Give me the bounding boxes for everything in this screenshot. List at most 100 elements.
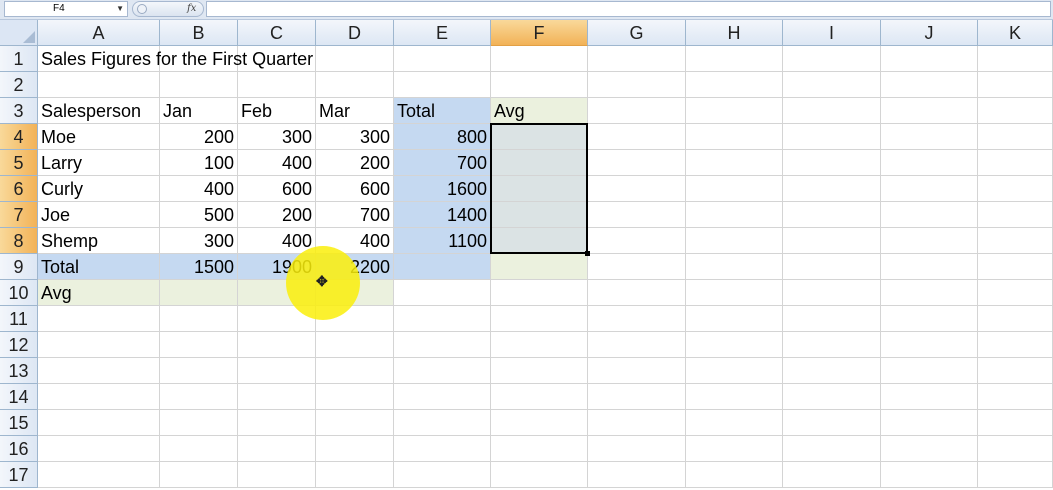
- cell-i11[interactable]: [783, 306, 881, 332]
- cell-h8[interactable]: [686, 228, 783, 254]
- cell-g3[interactable]: [588, 98, 686, 124]
- cell-g2[interactable]: [588, 72, 686, 98]
- cell-i1[interactable]: [783, 46, 881, 72]
- cell-j17[interactable]: [881, 462, 978, 488]
- cell-c12[interactable]: [238, 332, 316, 358]
- row-header-10[interactable]: 10: [0, 280, 38, 306]
- cell-f16[interactable]: [491, 436, 588, 462]
- cell-i9[interactable]: [783, 254, 881, 280]
- cell-f1[interactable]: [491, 46, 588, 72]
- row-header-6[interactable]: 6: [0, 176, 38, 202]
- cell-h1[interactable]: [686, 46, 783, 72]
- cell-f2[interactable]: [491, 72, 588, 98]
- cell-d2[interactable]: [316, 72, 394, 98]
- cell-g17[interactable]: [588, 462, 686, 488]
- cell-k4[interactable]: [978, 124, 1053, 150]
- cell-a11[interactable]: [38, 306, 160, 332]
- cell-i3[interactable]: [783, 98, 881, 124]
- cell-j5[interactable]: [881, 150, 978, 176]
- cell-h5[interactable]: [686, 150, 783, 176]
- cell-b5[interactable]: 100: [160, 150, 238, 176]
- cell-b7[interactable]: 500: [160, 202, 238, 228]
- cell-k14[interactable]: [978, 384, 1053, 410]
- cell-k7[interactable]: [978, 202, 1053, 228]
- cell-b13[interactable]: [160, 358, 238, 384]
- cell-h10[interactable]: [686, 280, 783, 306]
- cell-d12[interactable]: [316, 332, 394, 358]
- cell-f9[interactable]: [491, 254, 588, 280]
- cell-g4[interactable]: [588, 124, 686, 150]
- cell-a9[interactable]: Total: [38, 254, 160, 280]
- row-header-2[interactable]: 2: [0, 72, 38, 98]
- row-header-1[interactable]: 1: [0, 46, 38, 72]
- cell-k6[interactable]: [978, 176, 1053, 202]
- cell-e13[interactable]: [394, 358, 491, 384]
- row-header-12[interactable]: 12: [0, 332, 38, 358]
- cell-b12[interactable]: [160, 332, 238, 358]
- cell-b17[interactable]: [160, 462, 238, 488]
- name-box-dropdown-icon[interactable]: ▼: [116, 2, 124, 16]
- column-header-i[interactable]: I: [783, 20, 881, 46]
- cell-c17[interactable]: [238, 462, 316, 488]
- column-header-d[interactable]: D: [316, 20, 394, 46]
- cell-b15[interactable]: [160, 410, 238, 436]
- name-box[interactable]: F4 ▼: [4, 1, 128, 17]
- cell-h16[interactable]: [686, 436, 783, 462]
- cell-f4[interactable]: [491, 124, 588, 150]
- header-b3[interactable]: Jan: [160, 98, 238, 124]
- cell-i14[interactable]: [783, 384, 881, 410]
- cell-i4[interactable]: [783, 124, 881, 150]
- cell-k3[interactable]: [978, 98, 1053, 124]
- cell-a15[interactable]: [38, 410, 160, 436]
- cell-f17[interactable]: [491, 462, 588, 488]
- cell-e17[interactable]: [394, 462, 491, 488]
- cell-e11[interactable]: [394, 306, 491, 332]
- cell-b11[interactable]: [160, 306, 238, 332]
- cell-b4[interactable]: 200: [160, 124, 238, 150]
- cell-g12[interactable]: [588, 332, 686, 358]
- cell-c4[interactable]: 300: [238, 124, 316, 150]
- cell-j10[interactable]: [881, 280, 978, 306]
- row-header-17[interactable]: 17: [0, 462, 38, 488]
- formula-bar-handle-icon[interactable]: [137, 4, 147, 14]
- cell-e14[interactable]: [394, 384, 491, 410]
- row-header-7[interactable]: 7: [0, 202, 38, 228]
- header-f3[interactable]: Avg: [491, 98, 588, 124]
- cell-g6[interactable]: [588, 176, 686, 202]
- cell-b2[interactable]: [160, 72, 238, 98]
- cell-j15[interactable]: [881, 410, 978, 436]
- cell-i2[interactable]: [783, 72, 881, 98]
- cell-c14[interactable]: [238, 384, 316, 410]
- cell-j14[interactable]: [881, 384, 978, 410]
- cell-k17[interactable]: [978, 462, 1053, 488]
- row-header-9[interactable]: 9: [0, 254, 38, 280]
- cell-d4[interactable]: 300: [316, 124, 394, 150]
- cell-j6[interactable]: [881, 176, 978, 202]
- cell-i13[interactable]: [783, 358, 881, 384]
- cell-e15[interactable]: [394, 410, 491, 436]
- cell-j3[interactable]: [881, 98, 978, 124]
- insert-function-icon[interactable]: fx: [187, 2, 196, 16]
- cell-f11[interactable]: [491, 306, 588, 332]
- cell-e7[interactable]: 1400: [394, 202, 491, 228]
- cell-a4[interactable]: Moe: [38, 124, 160, 150]
- cell-a14[interactable]: [38, 384, 160, 410]
- cell-d14[interactable]: [316, 384, 394, 410]
- cell-g7[interactable]: [588, 202, 686, 228]
- cell-h17[interactable]: [686, 462, 783, 488]
- cell-a12[interactable]: [38, 332, 160, 358]
- cell-g1[interactable]: [588, 46, 686, 72]
- cell-d16[interactable]: [316, 436, 394, 462]
- cell-j11[interactable]: [881, 306, 978, 332]
- row-header-4[interactable]: 4: [0, 124, 38, 150]
- cell-i16[interactable]: [783, 436, 881, 462]
- column-header-c[interactable]: C: [238, 20, 316, 46]
- cell-a6[interactable]: Curly: [38, 176, 160, 202]
- cell-h4[interactable]: [686, 124, 783, 150]
- cell-g5[interactable]: [588, 150, 686, 176]
- cell-d6[interactable]: 600: [316, 176, 394, 202]
- cell-f7[interactable]: [491, 202, 588, 228]
- header-a3[interactable]: Salesperson: [38, 98, 160, 124]
- cell-b16[interactable]: [160, 436, 238, 462]
- cell-b10[interactable]: [160, 280, 238, 306]
